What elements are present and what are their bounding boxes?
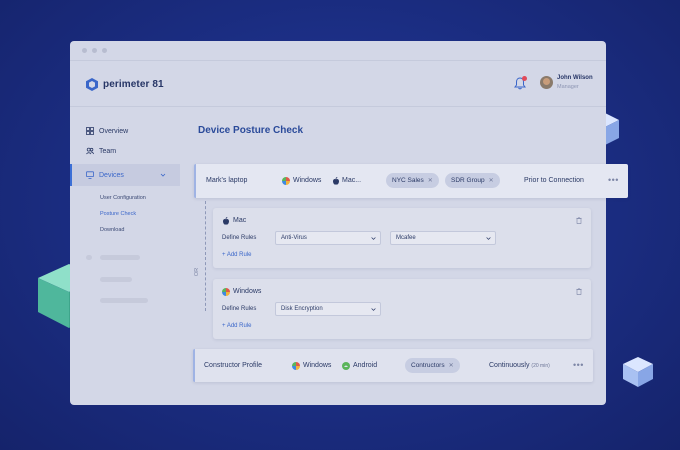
- notification-badge: [522, 76, 527, 81]
- define-rules-label: Define Rules: [222, 235, 257, 241]
- select-value: Anti-Virus: [281, 235, 307, 241]
- sidebar-subitem-posture-check[interactable]: Posture Check: [100, 211, 136, 217]
- sidebar-item-devices[interactable]: Devices: [86, 171, 124, 179]
- sidebar-item-team[interactable]: Team: [86, 147, 116, 155]
- os-label-android: Android: [353, 362, 378, 369]
- profile-name: Constructor Profile: [204, 362, 262, 369]
- monitor-icon: [86, 171, 94, 179]
- user-name: John Wilson: [557, 75, 593, 81]
- perimeter-logo-icon: [86, 78, 98, 91]
- group-chip[interactable]: SDR Group ✕: [445, 173, 500, 188]
- trash-icon[interactable]: [576, 217, 582, 224]
- sidebar: Overview Team Devices User Configuration…: [70, 107, 180, 405]
- apple-icon: [333, 177, 339, 185]
- brand-name: perimeter 81: [103, 79, 164, 90]
- more-options-icon[interactable]: •••: [608, 175, 619, 185]
- skeleton-placeholder: [100, 277, 132, 282]
- rule-vendor-select[interactable]: Mcafee: [390, 231, 496, 245]
- apple-icon: [223, 217, 229, 225]
- windows-icon: [282, 177, 290, 185]
- chevron-down-icon: [371, 237, 376, 240]
- os-label-windows: Windows: [293, 177, 322, 184]
- group-chip[interactable]: Contructors ✕: [405, 358, 460, 373]
- or-divider-label: OR: [194, 267, 201, 277]
- sidebar-item-label: Team: [99, 147, 117, 155]
- app-window: perimeter 81 John Wilson Manager Overvie…: [70, 41, 628, 405]
- page-title: Device Posture Check: [198, 125, 304, 136]
- select-value: Disk Encryption: [281, 306, 323, 312]
- skeleton-placeholder: [100, 298, 148, 303]
- os-label-mac: Mac...: [342, 177, 362, 184]
- profile-row-marks-laptop[interactable]: Mark's laptop Windows Mac... NYC Sales ✕…: [194, 164, 628, 198]
- sidebar-subitem-download[interactable]: Download: [100, 227, 124, 233]
- decorative-cube-blue-small: [623, 357, 653, 387]
- grid-icon: [86, 127, 94, 135]
- group-chip-label: SDR Group: [451, 177, 485, 184]
- window-minimize-dot[interactable]: [92, 48, 97, 53]
- os-label-windows: Windows: [303, 362, 332, 369]
- group-chip-label: NYC Sales: [392, 177, 424, 184]
- rule-block-mac: Mac Define Rules Anti-Virus Mcafee + Add…: [213, 208, 591, 268]
- sidebar-item-label: Overview: [99, 127, 129, 135]
- profile-timing: Prior to Connection: [524, 177, 584, 184]
- chevron-down-icon[interactable]: [160, 172, 166, 178]
- rule-block-title: Mac: [233, 217, 247, 224]
- sidebar-item-label: Devices: [99, 171, 124, 179]
- rule-type-select[interactable]: Anti-Virus: [275, 231, 381, 245]
- window-maximize-dot[interactable]: [102, 48, 107, 53]
- rule-block-title: Windows: [233, 288, 262, 295]
- close-icon[interactable]: ✕: [428, 177, 433, 184]
- brand-logo[interactable]: perimeter 81: [86, 78, 164, 91]
- avatar[interactable]: [540, 76, 553, 89]
- profile-timing-note: (20 min): [531, 363, 550, 369]
- rule-type-select[interactable]: Disk Encryption: [275, 302, 381, 316]
- define-rules-label: Define Rules: [222, 306, 257, 312]
- window-close-dot[interactable]: [82, 48, 87, 53]
- more-options-icon[interactable]: •••: [573, 360, 584, 370]
- group-chip-label: Contructors: [411, 362, 445, 369]
- chevron-down-icon: [486, 237, 491, 240]
- users-icon: [86, 147, 94, 155]
- profile-name: Mark's laptop: [206, 177, 248, 184]
- tree-connector-line: [205, 201, 206, 311]
- select-value: Mcafee: [396, 235, 416, 241]
- add-rule-button[interactable]: + Add Rule: [222, 323, 252, 329]
- close-icon[interactable]: ✕: [449, 362, 454, 369]
- group-chip[interactable]: NYC Sales ✕: [386, 173, 439, 188]
- android-icon: [342, 362, 350, 370]
- windows-icon: [292, 362, 300, 370]
- trash-icon[interactable]: [576, 288, 582, 295]
- user-role: Manager: [557, 84, 579, 90]
- close-icon[interactable]: ✕: [489, 177, 494, 184]
- rule-block-windows: Windows Define Rules Disk Encryption + A…: [213, 279, 591, 339]
- windows-icon: [222, 288, 230, 296]
- skeleton-placeholder: [86, 255, 92, 260]
- chevron-down-icon: [371, 308, 376, 311]
- window-titlebar: [70, 41, 606, 61]
- sidebar-item-overview[interactable]: Overview: [86, 127, 128, 135]
- add-rule-button[interactable]: + Add Rule: [222, 252, 252, 258]
- profile-timing-label: Continuously: [489, 362, 530, 369]
- skeleton-placeholder: [100, 255, 140, 260]
- top-bar: perimeter 81 John Wilson Manager: [70, 61, 606, 107]
- profile-row-constructor[interactable]: Constructor Profile Windows Android Cont…: [193, 349, 593, 382]
- profile-timing: Continuously (20 min): [489, 362, 550, 369]
- sidebar-subitem-user-configuration[interactable]: User Configuration: [100, 195, 146, 201]
